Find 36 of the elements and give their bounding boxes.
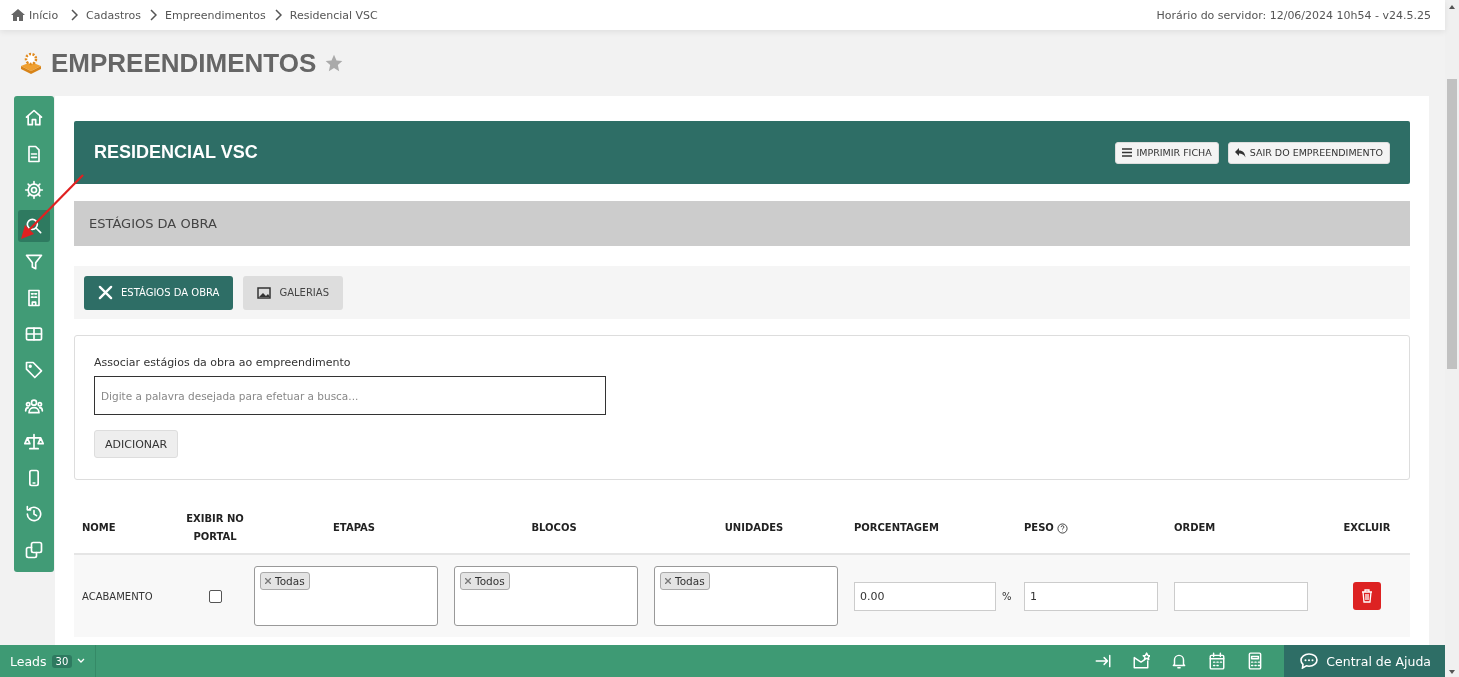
column-header: NOME bbox=[82, 521, 116, 535]
tab[interactable]: ESTÁGIOS DA OBRA bbox=[84, 275, 234, 310]
multiselect-field[interactable]: Todos bbox=[454, 566, 638, 626]
multiselect-field[interactable]: Todas bbox=[654, 566, 838, 626]
breadcrumb-link[interactable]: Início bbox=[29, 8, 59, 22]
add-button[interactable]: ADICIONAR bbox=[94, 430, 179, 458]
section-title: ESTÁGIOS DA OBRA bbox=[89, 216, 217, 231]
percentage-field[interactable]: 0.00 bbox=[854, 581, 996, 611]
tab[interactable]: GALERIAS bbox=[243, 275, 343, 310]
help-center-button[interactable]: Central de Ajuda bbox=[1284, 645, 1445, 677]
tag-chip[interactable]: Todos bbox=[460, 572, 510, 590]
column-header: EXIBIR NO PORTAL bbox=[185, 512, 245, 544]
project-title: RESIDENCIAL VSC bbox=[94, 142, 258, 163]
server-time: Horário do servidor: 12/06/2024 10h54 - v24.5.25 bbox=[1156, 8, 1431, 22]
breadcrumb-link[interactable]: Residencial VSC bbox=[289, 8, 378, 22]
tag-chip[interactable]: Todas bbox=[260, 572, 310, 590]
multiselect-field[interactable]: Todas bbox=[254, 566, 438, 626]
table-cell: ACABAMENTO bbox=[82, 590, 153, 602]
weight-field[interactable]: 1 bbox=[1024, 581, 1158, 611]
breadcrumb-link[interactable]: Empreendimentos bbox=[165, 8, 266, 22]
column-header: PORCENTAGEM bbox=[854, 521, 939, 535]
column-header: ETAPAS bbox=[333, 521, 375, 535]
leads-count: 30 bbox=[51, 654, 73, 668]
search-field[interactable]: Digite a palavra desejada para efetuar a busca... bbox=[94, 376, 606, 415]
field-label: Associar estágios da obra ao empreendimento bbox=[94, 356, 351, 369]
column-header: PESO bbox=[1024, 521, 1054, 535]
print-button[interactable]: IMPRIMIR FICHA bbox=[1115, 141, 1219, 164]
column-header: UNIDADES bbox=[724, 521, 784, 535]
percent-unit: % bbox=[1002, 590, 1012, 602]
tag-chip[interactable]: Todas bbox=[660, 572, 710, 590]
page-title: EMPREENDIMENTOS bbox=[51, 47, 317, 79]
exit-button[interactable]: SAIR DO EMPREENDIMENTO bbox=[1227, 141, 1390, 164]
column-header: BLOCOS bbox=[531, 521, 577, 535]
column-header: ORDEM bbox=[1174, 521, 1216, 535]
column-header: EXCLUIR bbox=[1343, 521, 1391, 535]
breadcrumb-link[interactable]: Cadastros bbox=[86, 8, 142, 22]
